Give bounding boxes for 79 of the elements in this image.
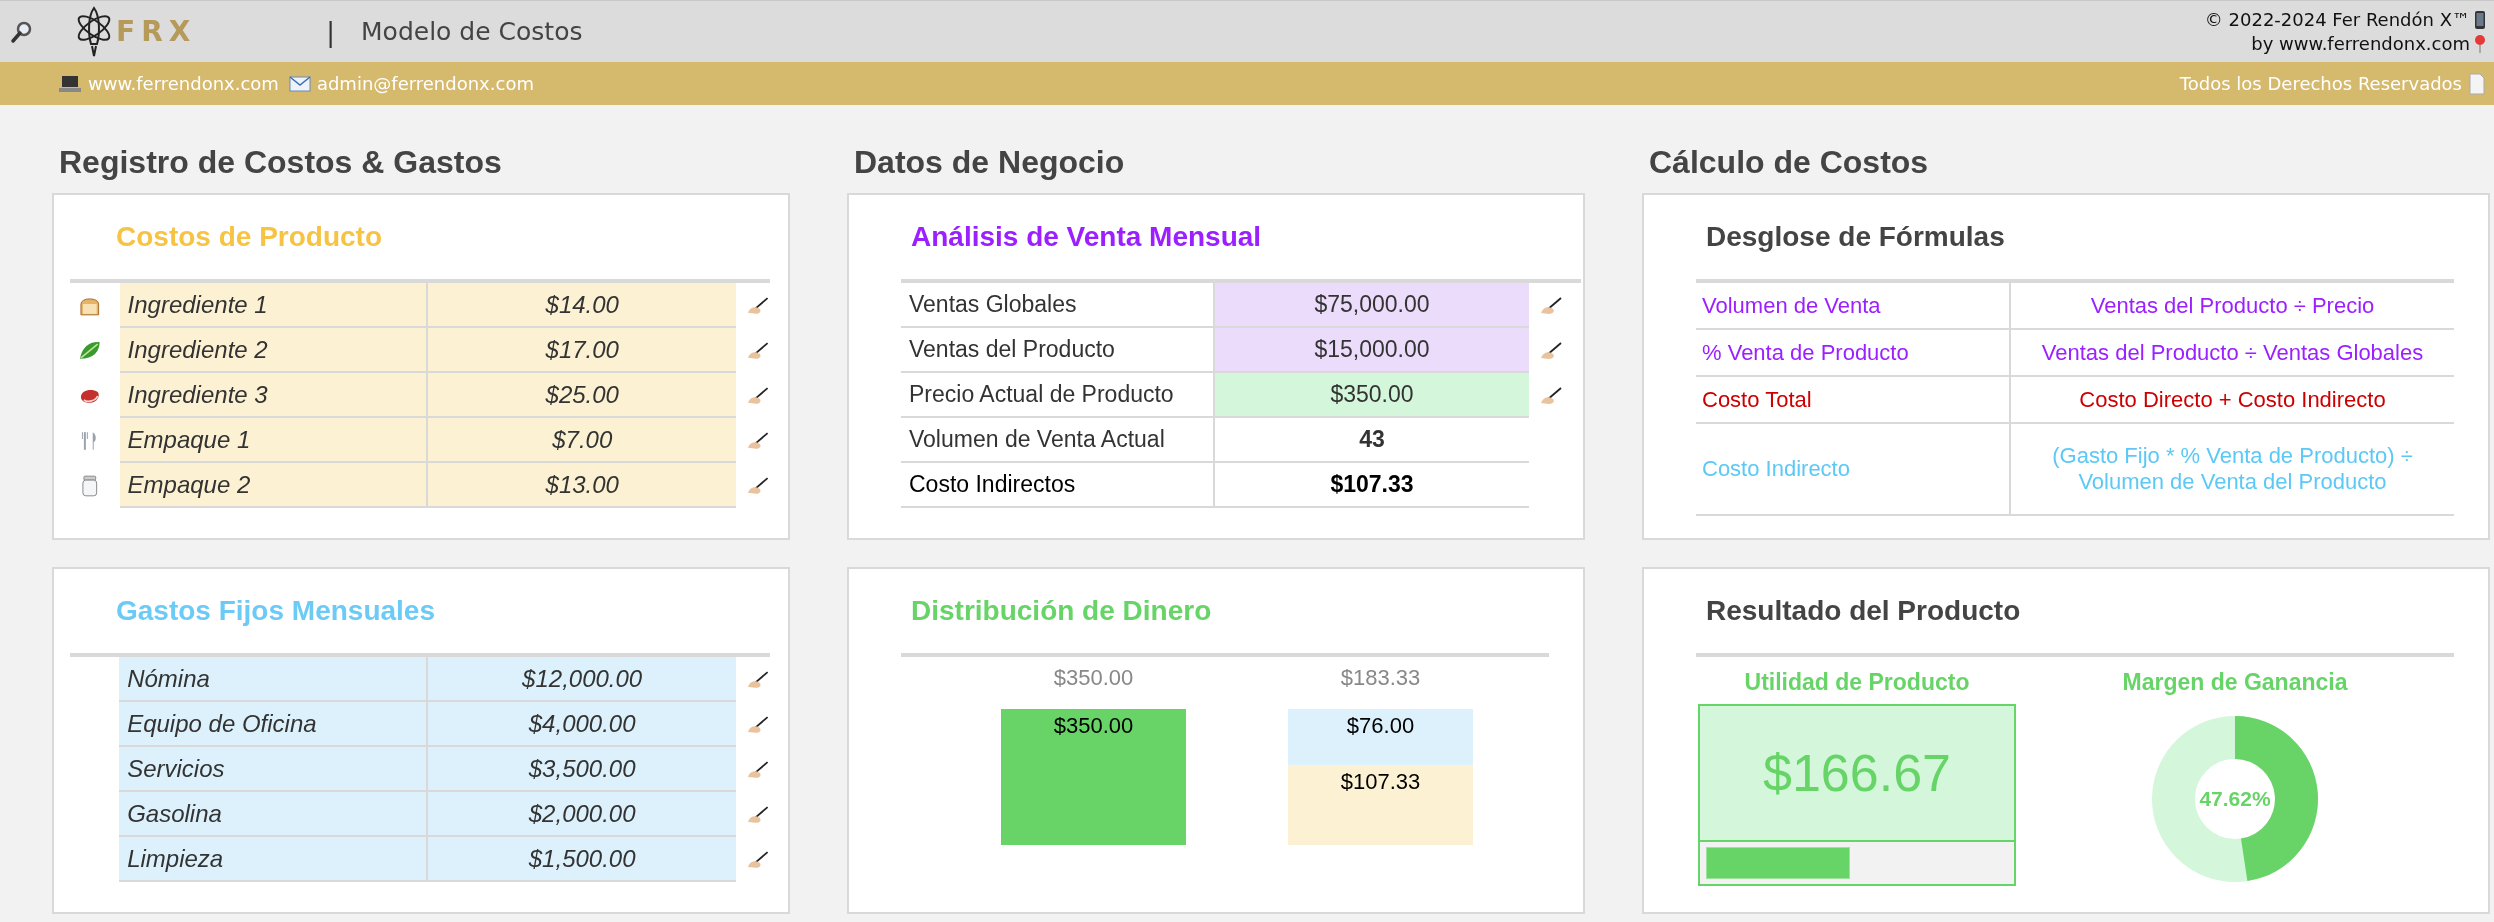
writing-hand-icon[interactable] xyxy=(746,804,770,825)
table-cell: Ingrediente 2 xyxy=(119,328,429,373)
table-cell: $4,000.00 xyxy=(427,702,737,747)
section-heading: Datos de Negocio xyxy=(854,143,1126,182)
card-title: Costos de Producto xyxy=(116,220,383,254)
table-cell: Equipo de Oficina xyxy=(119,702,428,747)
card-title: Desglose de Fórmulas xyxy=(1706,220,2006,254)
table-cell: $17.00 xyxy=(428,328,737,373)
bar-value-label: $76.00 xyxy=(1346,713,1415,738)
metric-label: Utilidad de Producto xyxy=(1744,669,1970,696)
logo-wordmark[interactable]: FRX xyxy=(116,15,197,48)
bar-total-label: $183.33 xyxy=(1340,665,1421,690)
writing-hand-icon[interactable] xyxy=(746,759,770,780)
writing-hand-icon[interactable] xyxy=(746,714,770,735)
table-cell: Gasolina xyxy=(119,792,428,837)
bar-value-label: $350.00 xyxy=(1053,713,1134,738)
table-cell: $14.00 xyxy=(428,283,737,328)
table-cell: $7.00 xyxy=(428,418,737,463)
card-title: Distribución de Dinero xyxy=(911,594,1213,628)
table-cell: Servicios xyxy=(119,747,428,792)
table-cell: Ingrediente 3 xyxy=(119,373,429,418)
writing-hand-icon[interactable] xyxy=(746,475,770,496)
bar-value-label: $107.33 xyxy=(1340,769,1421,795)
table-cell: $13.00 xyxy=(428,463,737,508)
search-icon[interactable] xyxy=(10,19,34,44)
formula-text: Ventas del Producto ÷ Precio xyxy=(2089,291,2376,320)
table-cell: Ingrediente 1 xyxy=(119,283,429,328)
bar-total-label: $350.00 xyxy=(1053,665,1134,690)
writing-hand-icon[interactable] xyxy=(746,295,770,316)
table-cell: $350.00 xyxy=(1215,373,1529,418)
table-cell: Costo Indirectos xyxy=(901,463,1215,508)
formula-term: % Venta de Producto xyxy=(1696,330,2011,375)
formula-term: Costo Total xyxy=(1696,377,2011,422)
table-cell: Limpieza xyxy=(119,837,428,882)
rights-text: Todos los Derechos Reservados xyxy=(2179,73,2462,94)
table-cell: $25.00 xyxy=(428,373,737,418)
formula-term: Costo Indirecto xyxy=(1696,424,2011,514)
title-separator: | xyxy=(326,16,336,47)
laptop-icon xyxy=(58,74,82,93)
table-cell: $107.33 xyxy=(1215,463,1529,508)
card-title: Análisis de Venta Mensual xyxy=(911,220,1263,254)
section-heading: Registro de Costos & Gastos xyxy=(59,143,503,182)
writing-hand-icon[interactable] xyxy=(746,385,770,406)
formula-text: Ventas del Producto ÷ Ventas Globales xyxy=(2040,338,2425,367)
envelope-icon xyxy=(288,74,311,93)
table-cell: $2,000.00 xyxy=(427,792,737,837)
table-cell: $3,500.00 xyxy=(427,747,737,792)
table-cell: Nómina xyxy=(119,657,428,702)
website-link[interactable]: www.ferrendonx.com xyxy=(88,73,279,94)
formula-term: Volumen de Venta xyxy=(1696,283,2011,328)
writing-hand-icon[interactable] xyxy=(746,430,770,451)
table-cell: $75,000.00 xyxy=(1215,283,1529,328)
writing-hand-icon[interactable] xyxy=(1539,340,1563,361)
formula-text: (Gasto Fijo * % Venta de Producto) ÷ Volumen de Venta del Producto xyxy=(2051,442,2414,496)
margin-value: 47.62% xyxy=(2199,787,2271,811)
section-heading: Cálculo de Costos xyxy=(1649,143,1930,182)
table-cell: $1,500.00 xyxy=(427,837,737,882)
phone-icon xyxy=(2474,9,2486,30)
byline-text: by www.ferrendonx.com xyxy=(2251,31,2470,56)
writing-hand-icon[interactable] xyxy=(746,340,770,361)
page-title: Modelo de Costos xyxy=(361,17,583,46)
writing-hand-icon[interactable] xyxy=(1539,385,1563,406)
formula-text: Costo Directo + Costo Indirecto xyxy=(2078,385,2387,414)
writing-hand-icon[interactable] xyxy=(1539,295,1563,316)
table-cell: Empaque 1 xyxy=(119,418,429,463)
card-title: Resultado del Producto xyxy=(1706,594,2022,628)
table-cell: $15,000.00 xyxy=(1215,328,1529,373)
email-link[interactable]: admin@ferrendonx.com xyxy=(316,73,534,94)
table-cell: Volumen de Venta Actual xyxy=(901,418,1215,463)
pin-icon xyxy=(2474,33,2486,54)
writing-hand-icon[interactable] xyxy=(746,849,770,870)
table-cell: Empaque 2 xyxy=(119,463,429,508)
table-cell: 43 xyxy=(1215,418,1529,463)
card-title: Gastos Fijos Mensuales xyxy=(116,594,436,628)
document-icon xyxy=(2468,72,2486,95)
table-cell: $12,000.00 xyxy=(427,657,737,702)
metric-label: Margen de Ganancia xyxy=(2122,669,2348,696)
writing-hand-icon[interactable] xyxy=(746,669,770,690)
copyright-text: © 2022-2024 Fer Rendón X™ xyxy=(2204,7,2470,32)
